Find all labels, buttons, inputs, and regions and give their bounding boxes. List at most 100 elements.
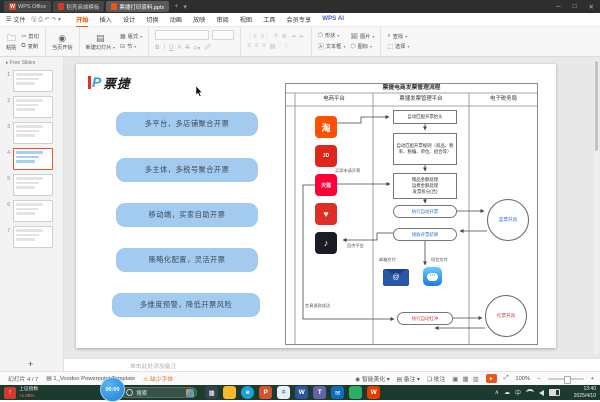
thumbnail-preview[interactable]	[13, 70, 53, 92]
missing-font-warning[interactable]: ⚠ 缺少字体	[143, 374, 173, 383]
thumbnail-preview[interactable]	[13, 148, 53, 170]
close-button[interactable]: ✕	[589, 3, 594, 11]
wps-home-tab[interactable]: W WPS Office	[4, 1, 51, 12]
feature-box-4[interactable]: 策略化配置，灵活开票	[116, 248, 258, 272]
sms-app-icon: ···	[423, 267, 442, 286]
zoom-slider[interactable]	[548, 378, 584, 380]
edge-taskbar-icon[interactable]: e	[241, 386, 254, 399]
slide-thumbnail-5[interactable]: 5	[0, 172, 63, 198]
document-tab[interactable]: 票捷打印资料.pptx	[106, 1, 169, 12]
taobao-app-icon: 淘	[315, 116, 337, 138]
zoom-out-button[interactable]: −	[537, 376, 540, 382]
tray-chevron-icon[interactable]: ∧	[495, 389, 499, 396]
feature-box-3[interactable]: 移动端，买家自助开票	[116, 203, 258, 227]
copy-button[interactable]: ⧉复制	[21, 43, 38, 50]
quick-access-toolbar[interactable]: 🖫 ⎙ ↶ ↷ ▾	[31, 15, 61, 25]
layout-icon: ▦	[120, 33, 126, 40]
thumbnail-preview[interactable]	[13, 122, 53, 144]
font-family-select[interactable]	[155, 30, 209, 40]
section-button[interactable]: ⊟节▾	[120, 43, 142, 50]
outlook-taskbar-icon[interactable]: ✉	[331, 386, 344, 399]
calculator-taskbar-icon[interactable]: =	[277, 386, 290, 399]
new-slide-button[interactable]: ▤ 新建幻灯片 ▾	[86, 33, 115, 51]
slides-section-header[interactable]: ▸ Free Slides	[0, 57, 63, 68]
slideshow-play-button[interactable]: ▸	[486, 374, 497, 383]
slide-canvas[interactable]: P 票捷 多平台，多店铺聚合开票多主体，多税号聚合开票移动端，买家自助开票策略化…	[76, 64, 556, 348]
tab-list-dropdown-icon[interactable]: ▾	[183, 3, 187, 11]
zoom-in-button[interactable]: +	[591, 376, 594, 382]
slide-thumbnail-7[interactable]: 7	[0, 224, 63, 250]
comments-button[interactable]: ❏ 批注	[427, 374, 445, 383]
play-from-current-button[interactable]: ◉ 当页开始	[52, 33, 73, 51]
find-button[interactable]: ⌕查找▾	[387, 33, 409, 40]
menu-开始[interactable]: 开始	[71, 13, 93, 26]
slide-thumbnail-4[interactable]: 4	[0, 146, 63, 172]
menu-插入[interactable]: 插入	[94, 13, 116, 26]
slide-thumbnail-3[interactable]: 3	[0, 120, 63, 146]
slide-thumbnail-2[interactable]: 2	[0, 94, 63, 120]
textbox-button[interactable]: 🄰文本框▾	[318, 42, 346, 51]
taskbar-search[interactable]: 搜索	[121, 387, 197, 398]
menu-会员专享[interactable]: 会员专享	[281, 13, 316, 26]
menu-动画[interactable]: 动画	[165, 13, 187, 26]
font-format-buttons[interactable]: BIUASA▾🖉	[155, 43, 234, 53]
file-menu[interactable]: ☰ 文件	[6, 15, 25, 24]
feature-box-5[interactable]: 多维度预警，降低开票风险	[112, 293, 260, 317]
menu-工具[interactable]: 工具	[258, 13, 280, 26]
menu-bar: ☰ 文件 🖫 ⎙ ↶ ↷ ▾ 开始插入设计切换动画放映审阅视图工具会员专享WPS…	[0, 13, 600, 27]
notes-bar[interactable]: 单击此处添加备注	[64, 358, 600, 371]
minimize-button[interactable]: ─	[556, 3, 561, 10]
menu-审阅[interactable]: 审阅	[211, 13, 233, 26]
fit-slide-button[interactable]: ⤢	[504, 375, 509, 382]
menu-设计[interactable]: 设计	[118, 13, 140, 26]
layout-button[interactable]: ▦版式▾	[120, 33, 142, 40]
piaojie-logo: P 票捷	[88, 73, 130, 92]
paragraph-buttons[interactable]: ⋮≡≡⋮≡≣⇥⇤ ≡≡≡▤⫶↕	[247, 33, 305, 50]
thumbnail-preview[interactable]	[13, 96, 53, 118]
floating-timer-bubble[interactable]: 00:00	[100, 377, 125, 402]
slide-thumbnail-6[interactable]: 6	[0, 198, 63, 224]
thumbnail-preview[interactable]	[13, 200, 53, 222]
view-mode-buttons[interactable]: ▣▦▥	[452, 375, 478, 383]
battery-icon[interactable]	[549, 389, 560, 396]
notes-toggle-button[interactable]: ▤ 备注 ▾	[397, 374, 420, 383]
find-icon: ⌕	[387, 33, 390, 40]
feature-box-2[interactable]: 多主体，多税号聚合开票	[116, 158, 258, 182]
volume-icon[interactable]	[539, 390, 544, 396]
paste-button[interactable]: 🗀 粘贴	[6, 33, 16, 51]
wps-taskbar-icon[interactable]: W	[367, 386, 380, 399]
vertical-scrollbar[interactable]	[594, 59, 599, 355]
menu-WPS AI[interactable]: WPS AI	[317, 13, 349, 26]
word-taskbar-icon[interactable]: W	[295, 386, 308, 399]
powerpoint-taskbar-icon[interactable]: P	[259, 386, 272, 399]
jd-app-icon: JD	[315, 145, 337, 167]
menu-切换[interactable]: 切换	[141, 13, 163, 26]
onedrive-cloud-icon[interactable]: ☁	[504, 389, 510, 396]
cut-button[interactable]: ✂剪切	[21, 33, 38, 40]
icons-library-button[interactable]: ⬡图标▾	[350, 43, 374, 50]
feature-box-1[interactable]: 多平台，多店铺聚合开票	[116, 112, 258, 136]
taskbar-clock[interactable]: 13:40 2025/4/10	[574, 386, 596, 399]
docer-template-tab[interactable]: 稻壳商城模板	[53, 1, 104, 12]
new-tab-button[interactable]: +	[174, 3, 178, 10]
file-explorer-taskbar-icon[interactable]	[223, 386, 236, 399]
shapes-button[interactable]: ⬠形状▾	[318, 32, 346, 39]
wifi-icon[interactable]	[526, 389, 534, 396]
ime-indicator[interactable]: 中	[515, 388, 521, 397]
picture-button[interactable]: 🖼图片▾	[350, 33, 374, 40]
stock-widget[interactable]: ↑ 上证指数 +1.08%	[4, 387, 38, 399]
thumbnail-preview[interactable]	[13, 174, 53, 196]
teams-taskbar-icon[interactable]: T	[313, 386, 326, 399]
add-slide-button[interactable]: +	[28, 359, 33, 369]
slide-thumbnail-1[interactable]: 1	[0, 68, 63, 94]
maximize-button[interactable]: □	[573, 3, 577, 10]
wechat-taskbar-icon[interactable]	[349, 386, 362, 399]
thumbnail-preview[interactable]	[13, 226, 53, 248]
menu-视图[interactable]: 视图	[235, 13, 257, 26]
smart-beautify-button[interactable]: ◉ 智能美化 ▾	[355, 374, 389, 383]
task-view-taskbar-icon[interactable]: ▦	[205, 386, 218, 399]
font-size-select[interactable]	[212, 30, 234, 40]
menu-放映[interactable]: 放映	[188, 13, 210, 26]
system-tray[interactable]: ∧ ☁ 中	[495, 388, 560, 397]
select-button[interactable]: ⬚选择▾	[387, 43, 409, 50]
